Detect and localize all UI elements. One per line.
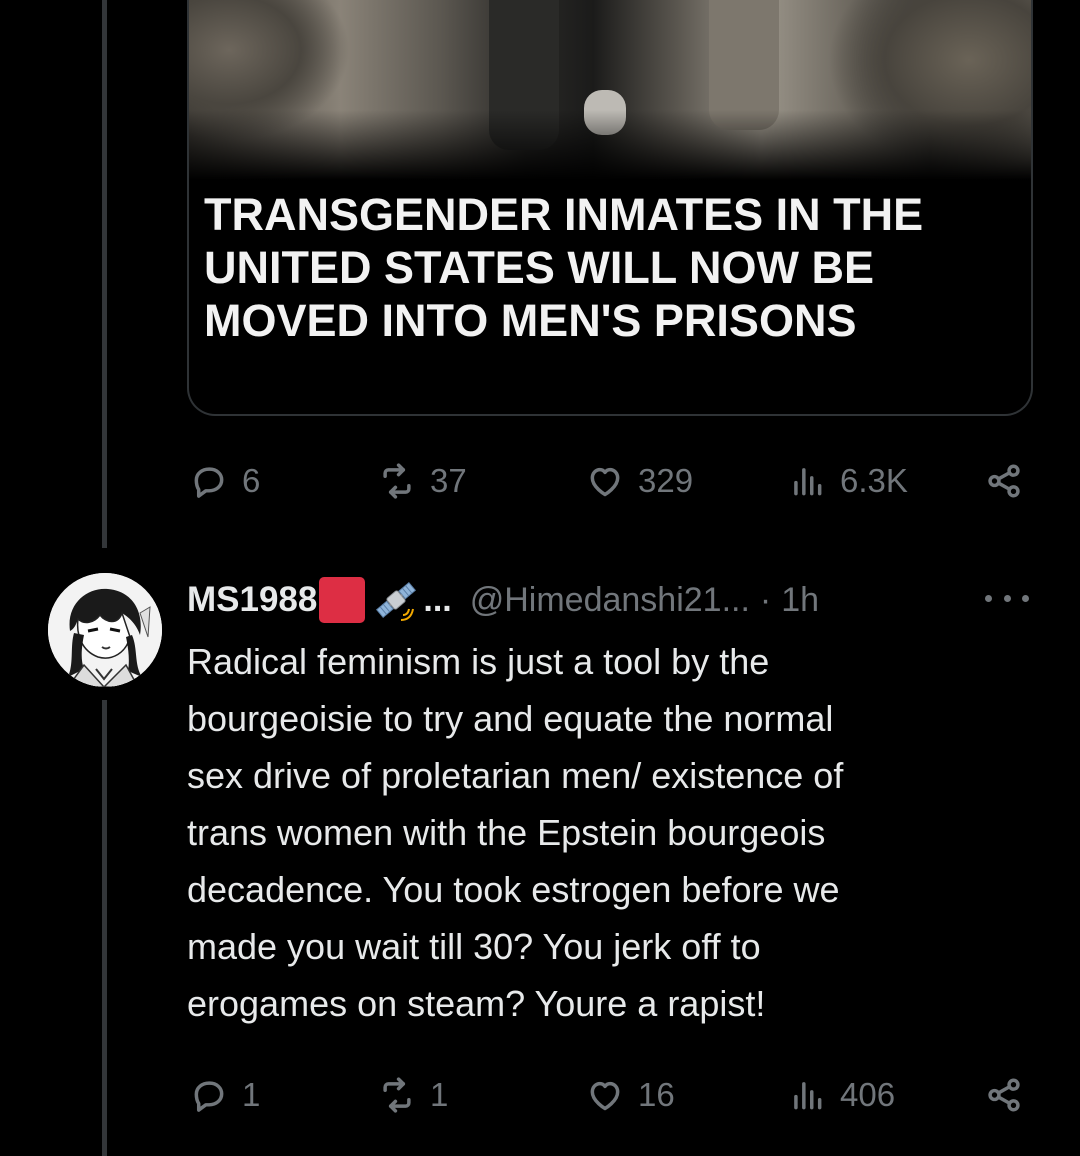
separator-dot: · [759,580,772,619]
like-icon [590,467,620,497]
share-button[interactable] [985,1070,1023,1120]
satellite-icon [376,581,417,621]
thread-line-top [102,0,107,548]
tweet-header: MS1988 ... @Himedanshi21... · 1h [187,575,819,625]
reply-icon [194,1081,224,1112]
share-icon [988,464,1020,498]
share-icon [988,1078,1020,1112]
views-icon [794,1082,822,1110]
like-count: 16 [638,1076,675,1113]
repost-icon [383,463,411,499]
repost-icon [383,1077,411,1113]
first-tweet-action-bar: 6 37 329 6.3K [190,456,1030,506]
name-truncation: ... [423,580,452,619]
reply-button[interactable]: 6 [190,456,260,506]
views-button[interactable]: 406 [788,1070,895,1120]
repost-button[interactable]: 1 [378,1070,448,1120]
red-square-emoji [319,577,366,623]
reply-count: 1 [242,1076,261,1113]
thread-line-bottom [102,700,107,1156]
repost-count: 1 [430,1076,449,1113]
reply-button[interactable]: 1 [190,1070,260,1120]
reply-count: 6 [242,462,261,499]
more-icon [985,594,992,602]
reply-icon [194,467,224,498]
like-icon [590,1081,620,1111]
media-headline: TRANSGENDER INMATES IN THE UNITED STATES… [204,189,924,346]
views-count: 406 [840,1076,896,1113]
avatar-image [48,573,162,687]
like-button[interactable]: 16 [586,1070,675,1120]
views-count: 6.3K [840,462,908,499]
views-button[interactable]: 6.3K [788,456,908,506]
repost-button[interactable]: 37 [378,456,467,506]
more-options-button[interactable] [985,583,1029,613]
display-name[interactable]: MS1988 [187,580,317,620]
like-count: 329 [638,462,694,499]
tweet-text: Radical feminism is just a tool by the b… [187,641,844,1024]
media-photo [189,0,1031,180]
avatar[interactable] [48,573,162,687]
views-icon [794,468,822,496]
timestamp[interactable]: 1h [781,581,819,620]
like-button[interactable]: 329 [586,456,693,506]
share-button[interactable] [985,456,1023,506]
user-handle[interactable]: @Himedanshi21... [470,581,750,620]
media-card[interactable]: TRANSGENDER INMATES IN THE UNITED STATES… [187,0,1033,416]
repost-count: 37 [430,462,467,499]
reply-tweet-action-bar: 1 1 16 406 [190,1070,1030,1120]
